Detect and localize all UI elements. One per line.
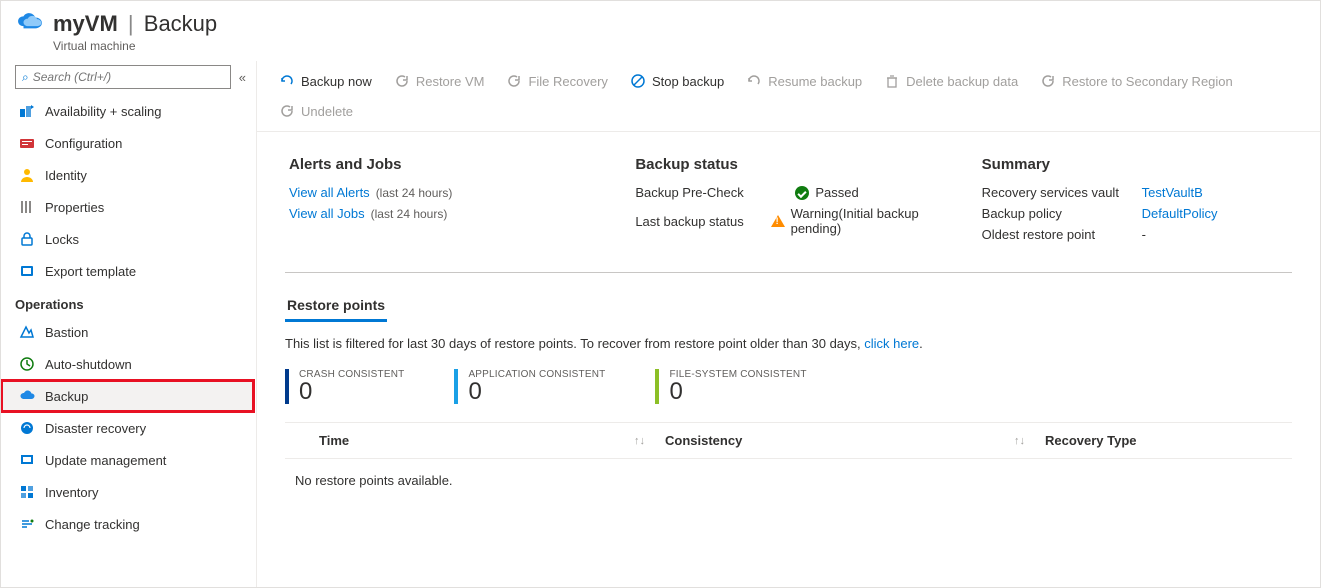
main-content: Backup now Restore VM File Recovery Stop…: [257, 61, 1320, 587]
stop-backup-button[interactable]: Stop backup: [622, 69, 732, 93]
sidebar-item-update-management[interactable]: Update management: [1, 444, 254, 476]
scaling-icon: [19, 103, 35, 119]
sidebar-item-label: Inventory: [45, 485, 98, 500]
search-icon: ⌕: [22, 70, 29, 85]
restore-vm-button: Restore VM: [386, 69, 493, 93]
resume-backup-button: Resume backup: [738, 69, 870, 93]
view-all-alerts-link[interactable]: View all Alerts: [289, 185, 370, 200]
col-consistency[interactable]: Consistency↑↓: [665, 433, 1045, 448]
config-icon: [19, 135, 35, 151]
filter-note: This list is filtered for last 30 days o…: [285, 336, 1292, 351]
summary-heading: Summary: [982, 156, 1288, 173]
sidebar-item-export[interactable]: Export template: [1, 255, 254, 287]
change-tracking-icon: [19, 516, 35, 532]
sidebar-item-label: Properties: [45, 200, 104, 215]
properties-icon: [19, 199, 35, 215]
col-recovery-type[interactable]: Recovery Type: [1045, 433, 1292, 448]
toolbar: Backup now Restore VM File Recovery Stop…: [257, 61, 1320, 132]
passed-icon: [795, 186, 809, 200]
sidebar-item-label: Change tracking: [45, 517, 140, 532]
blade-name: Backup: [144, 11, 217, 36]
policy-link[interactable]: DefaultPolicy: [1142, 206, 1218, 221]
sidebar-nav: Availability + scaling Configuration Ide…: [1, 95, 256, 587]
sidebar-item-bastion[interactable]: Bastion: [1, 316, 254, 348]
bastion-icon: [19, 324, 35, 340]
restore-points-tab[interactable]: Restore points: [285, 291, 387, 322]
backup-now-button[interactable]: Backup now: [271, 69, 380, 93]
search-box[interactable]: ⌕: [15, 65, 231, 89]
restore-secondary-button: Restore to Secondary Region: [1032, 69, 1241, 93]
undelete-button: Undelete: [271, 99, 361, 123]
view-all-jobs-link[interactable]: View all Jobs: [289, 206, 365, 221]
identity-icon: [19, 167, 35, 183]
warning-icon: [771, 215, 785, 227]
lock-icon: [19, 231, 35, 247]
sidebar-item-availability[interactable]: Availability + scaling: [1, 95, 254, 127]
resource-type: Virtual machine: [53, 39, 1320, 53]
col-time[interactable]: Time↑↓: [285, 433, 665, 448]
sort-icon: ↑↓: [634, 435, 645, 447]
sidebar-item-label: Disaster recovery: [45, 421, 146, 436]
alerts-heading: Alerts and Jobs: [289, 156, 595, 173]
alerts-card: Alerts and Jobs View all Alerts (last 24…: [289, 156, 595, 248]
restore-table-header: Time↑↓ Consistency↑↓ Recovery Type: [285, 422, 1292, 459]
update-icon: [19, 452, 35, 468]
search-input[interactable]: [33, 70, 224, 84]
export-icon: [19, 263, 35, 279]
file-recovery-button: File Recovery: [498, 69, 615, 93]
sidebar-item-label: Identity: [45, 168, 87, 183]
vault-link[interactable]: TestVaultB: [1142, 185, 1203, 200]
sidebar-item-label: Locks: [45, 232, 79, 247]
sidebar-item-inventory[interactable]: Inventory: [1, 476, 254, 508]
clock-icon: [19, 356, 35, 372]
crash-consistent-block: CRASH CONSISTENT 0: [285, 369, 404, 404]
sidebar-item-autoshutdown[interactable]: Auto-shutdown: [1, 348, 254, 380]
status-heading: Backup status: [635, 156, 941, 173]
vm-icon: [17, 11, 43, 37]
sidebar-item-disaster-recovery[interactable]: Disaster recovery: [1, 412, 254, 444]
sidebar-item-label: Update management: [45, 453, 166, 468]
resource-name: myVM: [53, 11, 118, 36]
sort-icon: ↑↓: [1014, 435, 1025, 447]
sidebar-item-label: Bastion: [45, 325, 88, 340]
collapse-sidebar-button[interactable]: «: [239, 70, 246, 85]
sidebar-item-label: Backup: [45, 389, 88, 404]
page-header: myVM | Backup: [1, 1, 1320, 41]
empty-state: No restore points available.: [285, 459, 1292, 502]
status-card: Backup status Backup Pre-Check Passed La…: [635, 156, 941, 248]
sidebar-item-label: Export template: [45, 264, 136, 279]
delete-backup-button: Delete backup data: [876, 69, 1026, 93]
application-consistent-block: APPLICATION CONSISTENT 0: [454, 369, 605, 404]
inventory-icon: [19, 484, 35, 500]
sidebar-item-label: Configuration: [45, 136, 122, 151]
sidebar-item-label: Auto-shutdown: [45, 357, 132, 372]
sidebar-item-properties[interactable]: Properties: [1, 191, 254, 223]
sidebar-item-configuration[interactable]: Configuration: [1, 127, 254, 159]
sidebar-group-operations: Operations: [1, 287, 254, 316]
consistency-summary: CRASH CONSISTENT 0 APPLICATION CONSISTEN…: [285, 369, 1292, 404]
older-points-link[interactable]: click here: [864, 336, 919, 351]
sidebar-item-identity[interactable]: Identity: [1, 159, 254, 191]
filesystem-consistent-block: FILE-SYSTEM CONSISTENT 0: [655, 369, 806, 404]
summary-card: Summary Recovery services vault TestVaul…: [982, 156, 1288, 248]
sidebar-item-label: Availability + scaling: [45, 104, 161, 119]
sidebar-item-locks[interactable]: Locks: [1, 223, 254, 255]
sidebar-item-change-tracking[interactable]: Change tracking: [1, 508, 254, 540]
disaster-recovery-icon: [19, 420, 35, 436]
sidebar: ⌕ « Availability + scaling Configuration…: [1, 61, 257, 587]
backup-icon: [19, 388, 35, 404]
sidebar-item-backup[interactable]: Backup: [1, 380, 254, 412]
